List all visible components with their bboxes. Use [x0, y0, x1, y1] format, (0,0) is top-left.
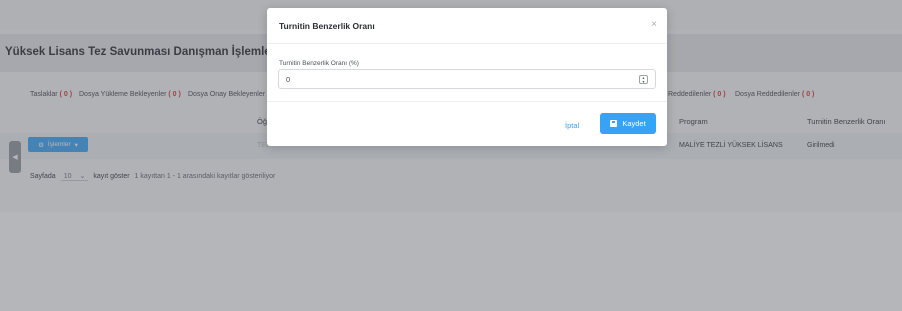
cancel-button[interactable]: İptal [565, 121, 579, 130]
turnitin-modal: Turnitin Benzerlik Oranı × Turnitin Benz… [267, 8, 667, 146]
save-button[interactable]: Kaydet [600, 113, 656, 134]
save-icon [610, 120, 618, 127]
close-icon[interactable]: × [651, 19, 657, 30]
spinner-arrows-icon[interactable]: ▲ ▼ [639, 75, 648, 84]
modal-title: Turnitin Benzerlik Oranı [279, 21, 375, 31]
turnitin-field-label: Turnitin Benzerlik Oranı (%) [279, 60, 359, 67]
turnitin-input[interactable] [278, 69, 656, 89]
save-label: Kaydet [622, 119, 646, 128]
page: Yüksek Lisans Tez Savunması Danışman İşl… [0, 0, 902, 311]
